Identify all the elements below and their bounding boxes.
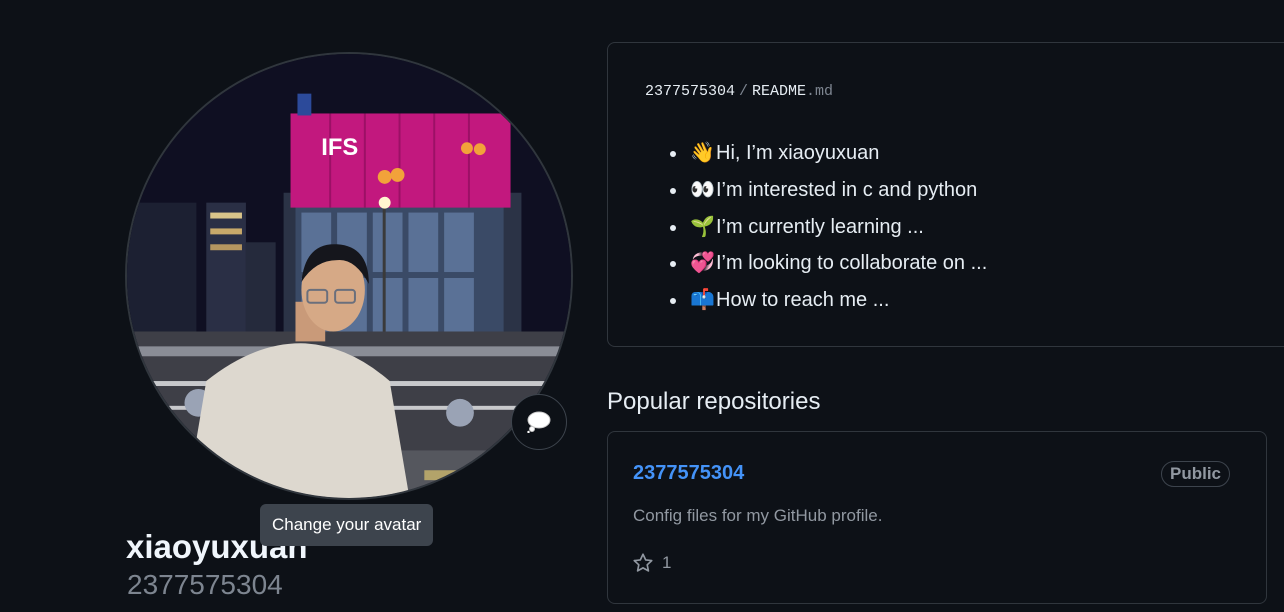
avatar[interactable]: IFS: [125, 52, 573, 500]
avatar-tooltip: Change your avatar: [260, 504, 434, 546]
list-item: 📫How to reach me ...: [688, 282, 987, 319]
repo-card: 2377575304 Public Config files for my Gi…: [607, 431, 1267, 604]
list-item: 👋Hi, I’m xiaoyuxuan: [688, 135, 987, 172]
mailbox-icon: 📫: [690, 289, 715, 312]
profile-readme: 2377575304/README.md 👋Hi, I’m xiaoyuxuan…: [607, 42, 1284, 347]
list-item: 💞️I’m looking to collaborate on ...: [688, 245, 987, 282]
list-item: 👀I’m interested in c and python: [688, 172, 987, 209]
repo-name-link[interactable]: 2377575304: [633, 462, 744, 485]
list-item-text: I’m looking to collaborate on ...: [716, 252, 988, 275]
star-icon: [633, 553, 653, 572]
list-item-text: Hi, I’m xiaoyuxuan: [716, 142, 880, 164]
readme-path: 2377575304/README.md: [645, 83, 833, 100]
repo-description: Config files for my GitHub profile.: [633, 506, 883, 525]
readme-owner-link[interactable]: 2377575304: [645, 83, 735, 100]
readme-file-base: README: [752, 83, 807, 100]
set-status-button[interactable]: [511, 394, 567, 450]
popular-repositories-heading: Popular repositories: [607, 388, 821, 415]
readme-list: 👋Hi, I’m xiaoyuxuan 👀I’m interested in c…: [666, 135, 987, 319]
list-item: 🌱I’m currently learning ...: [688, 209, 987, 246]
svg-text:IFS: IFS: [321, 134, 358, 161]
hearts-icon: 💞️: [690, 252, 715, 275]
wave-icon: 👋: [690, 142, 715, 164]
list-item-text: I’m currently learning ...: [716, 215, 924, 238]
eyes-icon: 👀: [690, 178, 715, 201]
star-count: 1: [662, 553, 672, 572]
thought-bubble-icon: [527, 411, 551, 433]
seedling-icon: 🌱: [690, 215, 715, 238]
readme-file-ext: .md: [806, 83, 834, 100]
profile-login-name: 2377575304: [127, 569, 283, 600]
readme-file-link[interactable]: README.md: [752, 83, 833, 100]
avatar-photo: IFS: [127, 54, 571, 498]
repo-stars-link[interactable]: 1: [632, 552, 671, 574]
path-separator: /: [739, 83, 749, 100]
list-item-text: I’m interested in c and python: [716, 178, 978, 201]
list-item-text: How to reach me ...: [716, 289, 890, 312]
visibility-badge: Public: [1160, 461, 1230, 487]
